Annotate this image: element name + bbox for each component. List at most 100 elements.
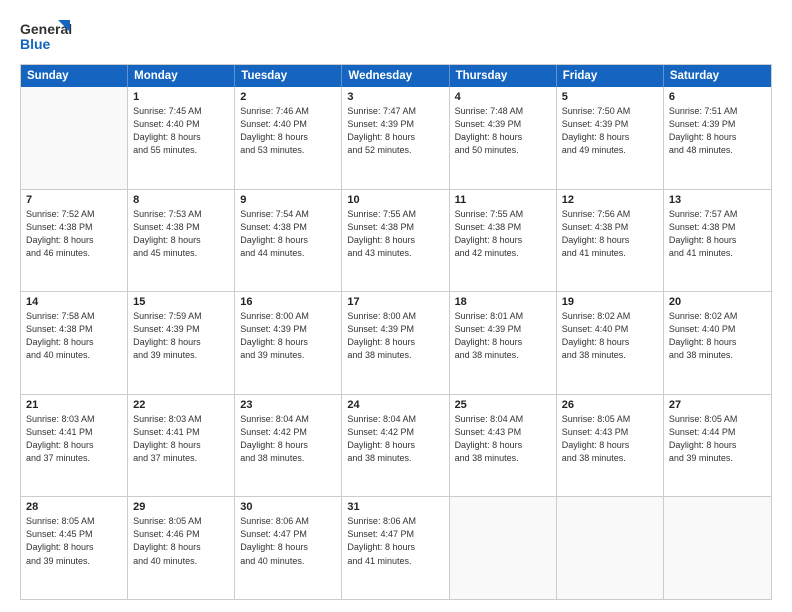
svg-text:Blue: Blue (20, 36, 51, 52)
calendar: SundayMondayTuesdayWednesdayThursdayFrid… (20, 64, 772, 600)
calendar-cell: 30 Sunrise: 8:06 AM Sunset: 4:47 PM Dayli… (235, 497, 342, 599)
day-number: 31 (347, 501, 443, 513)
day-number: 20 (669, 296, 766, 308)
day-info: Sunrise: 8:06 AM Sunset: 4:47 PM Dayligh… (347, 515, 443, 567)
day-number: 14 (26, 296, 122, 308)
calendar-cell: 19 Sunrise: 8:02 AM Sunset: 4:40 PM Dayli… (557, 292, 664, 394)
calendar-cell: 20 Sunrise: 8:02 AM Sunset: 4:40 PM Dayli… (664, 292, 771, 394)
calendar-cell: 27 Sunrise: 8:05 AM Sunset: 4:44 PM Dayli… (664, 395, 771, 497)
day-number: 3 (347, 91, 443, 103)
calendar-cell: 31 Sunrise: 8:06 AM Sunset: 4:47 PM Dayli… (342, 497, 449, 599)
calendar-cell: 7 Sunrise: 7:52 AM Sunset: 4:38 PM Daylig… (21, 190, 128, 292)
calendar-cell: 15 Sunrise: 7:59 AM Sunset: 4:39 PM Dayli… (128, 292, 235, 394)
calendar-cell (664, 497, 771, 599)
calendar-cell: 14 Sunrise: 7:58 AM Sunset: 4:38 PM Dayli… (21, 292, 128, 394)
calendar-cell: 24 Sunrise: 8:04 AM Sunset: 4:42 PM Dayli… (342, 395, 449, 497)
page: GeneralBlue SundayMondayTuesdayWednesday… (0, 0, 792, 612)
day-number: 18 (455, 296, 551, 308)
day-info: Sunrise: 7:45 AM Sunset: 4:40 PM Dayligh… (133, 105, 229, 157)
calendar-cell: 26Sunrise: 8:05 AM Sunset: 4:43 PM Dayli… (557, 395, 664, 497)
day-number: 16 (240, 296, 336, 308)
day-info: Sunrise: 7:53 AM Sunset: 4:38 PM Dayligh… (133, 208, 229, 260)
day-info: Sunrise: 8:00 AM Sunset: 4:39 PM Dayligh… (240, 310, 336, 362)
calendar-cell: 13 Sunrise: 7:57 AM Sunset: 4:38 PM Dayli… (664, 190, 771, 292)
day-number: 2 (240, 91, 336, 103)
day-header-wednesday: Wednesday (342, 65, 449, 87)
day-number: 1 (133, 91, 229, 103)
day-number: 4 (455, 91, 551, 103)
day-info: Sunrise: 8:00 AM Sunset: 4:39 PM Dayligh… (347, 310, 443, 362)
day-number: 30 (240, 501, 336, 513)
logo: GeneralBlue (20, 18, 72, 54)
day-header-tuesday: Tuesday (235, 65, 342, 87)
day-number: 22 (133, 399, 229, 411)
day-number: 6 (669, 91, 766, 103)
day-number: 21 (26, 399, 122, 411)
calendar-row-2: 14 Sunrise: 7:58 AM Sunset: 4:38 PM Dayli… (21, 291, 771, 394)
day-number: 29 (133, 501, 229, 513)
day-info: Sunrise: 7:51 AM Sunset: 4:39 PM Dayligh… (669, 105, 766, 157)
day-number: 13 (669, 194, 766, 206)
calendar-cell: 1 Sunrise: 7:45 AM Sunset: 4:40 PM Daylig… (128, 87, 235, 189)
day-info: Sunrise: 8:02 AM Sunset: 4:40 PM Dayligh… (562, 310, 658, 362)
calendar-cell (450, 497, 557, 599)
day-number: 5 (562, 91, 658, 103)
day-number: 15 (133, 296, 229, 308)
calendar-cell: 25 Sunrise: 8:04 AM Sunset: 4:43 PM Dayli… (450, 395, 557, 497)
day-number: 11 (455, 194, 551, 206)
day-info: Sunrise: 7:56 AM Sunset: 4:38 PM Dayligh… (562, 208, 658, 260)
day-header-friday: Friday (557, 65, 664, 87)
calendar-cell (557, 497, 664, 599)
day-number: 23 (240, 399, 336, 411)
calendar-cell: 21 Sunrise: 8:03 AM Sunset: 4:41 PM Dayli… (21, 395, 128, 497)
day-number: 25 (455, 399, 551, 411)
calendar-row-0: 1 Sunrise: 7:45 AM Sunset: 4:40 PM Daylig… (21, 87, 771, 189)
day-header-thursday: Thursday (450, 65, 557, 87)
day-info: Sunrise: 8:02 AM Sunset: 4:40 PM Dayligh… (669, 310, 766, 362)
day-info: Sunrise: 8:05 AM Sunset: 4:44 PM Dayligh… (669, 413, 766, 465)
calendar-cell: 9 Sunrise: 7:54 AM Sunset: 4:38 PM Daylig… (235, 190, 342, 292)
day-info: Sunrise: 8:05 AM Sunset: 4:45 PM Dayligh… (26, 515, 122, 567)
calendar-cell: 10Sunrise: 7:55 AM Sunset: 4:38 PM Dayli… (342, 190, 449, 292)
calendar-row-3: 21 Sunrise: 8:03 AM Sunset: 4:41 PM Dayli… (21, 394, 771, 497)
day-number: 12 (562, 194, 658, 206)
day-header-sunday: Sunday (21, 65, 128, 87)
day-info: Sunrise: 7:55 AM Sunset: 4:38 PM Dayligh… (347, 208, 443, 260)
day-info: Sunrise: 8:04 AM Sunset: 4:43 PM Dayligh… (455, 413, 551, 465)
calendar-cell: 28 Sunrise: 8:05 AM Sunset: 4:45 PM Dayli… (21, 497, 128, 599)
day-info: Sunrise: 7:47 AM Sunset: 4:39 PM Dayligh… (347, 105, 443, 157)
day-number: 24 (347, 399, 443, 411)
day-number: 19 (562, 296, 658, 308)
day-info: Sunrise: 8:01 AM Sunset: 4:39 PM Dayligh… (455, 310, 551, 362)
calendar-cell: 12 Sunrise: 7:56 AM Sunset: 4:38 PM Dayli… (557, 190, 664, 292)
calendar-cell: 16 Sunrise: 8:00 AM Sunset: 4:39 PM Dayli… (235, 292, 342, 394)
day-info: Sunrise: 7:59 AM Sunset: 4:39 PM Dayligh… (133, 310, 229, 362)
day-info: Sunrise: 7:54 AM Sunset: 4:38 PM Dayligh… (240, 208, 336, 260)
calendar-cell: 5 Sunrise: 7:50 AM Sunset: 4:39 PM Daylig… (557, 87, 664, 189)
day-info: Sunrise: 7:57 AM Sunset: 4:38 PM Dayligh… (669, 208, 766, 260)
calendar-cell: 29 Sunrise: 8:05 AM Sunset: 4:46 PM Dayli… (128, 497, 235, 599)
calendar-cell: 4 Sunrise: 7:48 AM Sunset: 4:39 PM Daylig… (450, 87, 557, 189)
calendar-cell (21, 87, 128, 189)
day-number: 8 (133, 194, 229, 206)
day-info: Sunrise: 8:05 AM Sunset: 4:46 PM Dayligh… (133, 515, 229, 567)
calendar-cell: 3 Sunrise: 7:47 AM Sunset: 4:39 PM Daylig… (342, 87, 449, 189)
day-number: 17 (347, 296, 443, 308)
day-info: Sunrise: 8:06 AM Sunset: 4:47 PM Dayligh… (240, 515, 336, 567)
day-info: Sunrise: 8:03 AM Sunset: 4:41 PM Dayligh… (26, 413, 122, 465)
day-info: Sunrise: 8:04 AM Sunset: 4:42 PM Dayligh… (347, 413, 443, 465)
day-info: Sunrise: 7:58 AM Sunset: 4:38 PM Dayligh… (26, 310, 122, 362)
calendar-cell: 2Sunrise: 7:46 AM Sunset: 4:40 PM Daylig… (235, 87, 342, 189)
calendar-cell: 11Sunrise: 7:55 AM Sunset: 4:38 PM Dayli… (450, 190, 557, 292)
day-number: 28 (26, 501, 122, 513)
day-info: Sunrise: 8:04 AM Sunset: 4:42 PM Dayligh… (240, 413, 336, 465)
day-number: 9 (240, 194, 336, 206)
calendar-cell: 18 Sunrise: 8:01 AM Sunset: 4:39 PM Dayli… (450, 292, 557, 394)
calendar-cell: 17 Sunrise: 8:00 AM Sunset: 4:39 PM Dayli… (342, 292, 449, 394)
day-number: 27 (669, 399, 766, 411)
day-number: 7 (26, 194, 122, 206)
day-info: Sunrise: 7:52 AM Sunset: 4:38 PM Dayligh… (26, 208, 122, 260)
calendar-body: 1 Sunrise: 7:45 AM Sunset: 4:40 PM Daylig… (21, 87, 771, 599)
day-info: Sunrise: 7:50 AM Sunset: 4:39 PM Dayligh… (562, 105, 658, 157)
day-info: Sunrise: 7:48 AM Sunset: 4:39 PM Dayligh… (455, 105, 551, 157)
